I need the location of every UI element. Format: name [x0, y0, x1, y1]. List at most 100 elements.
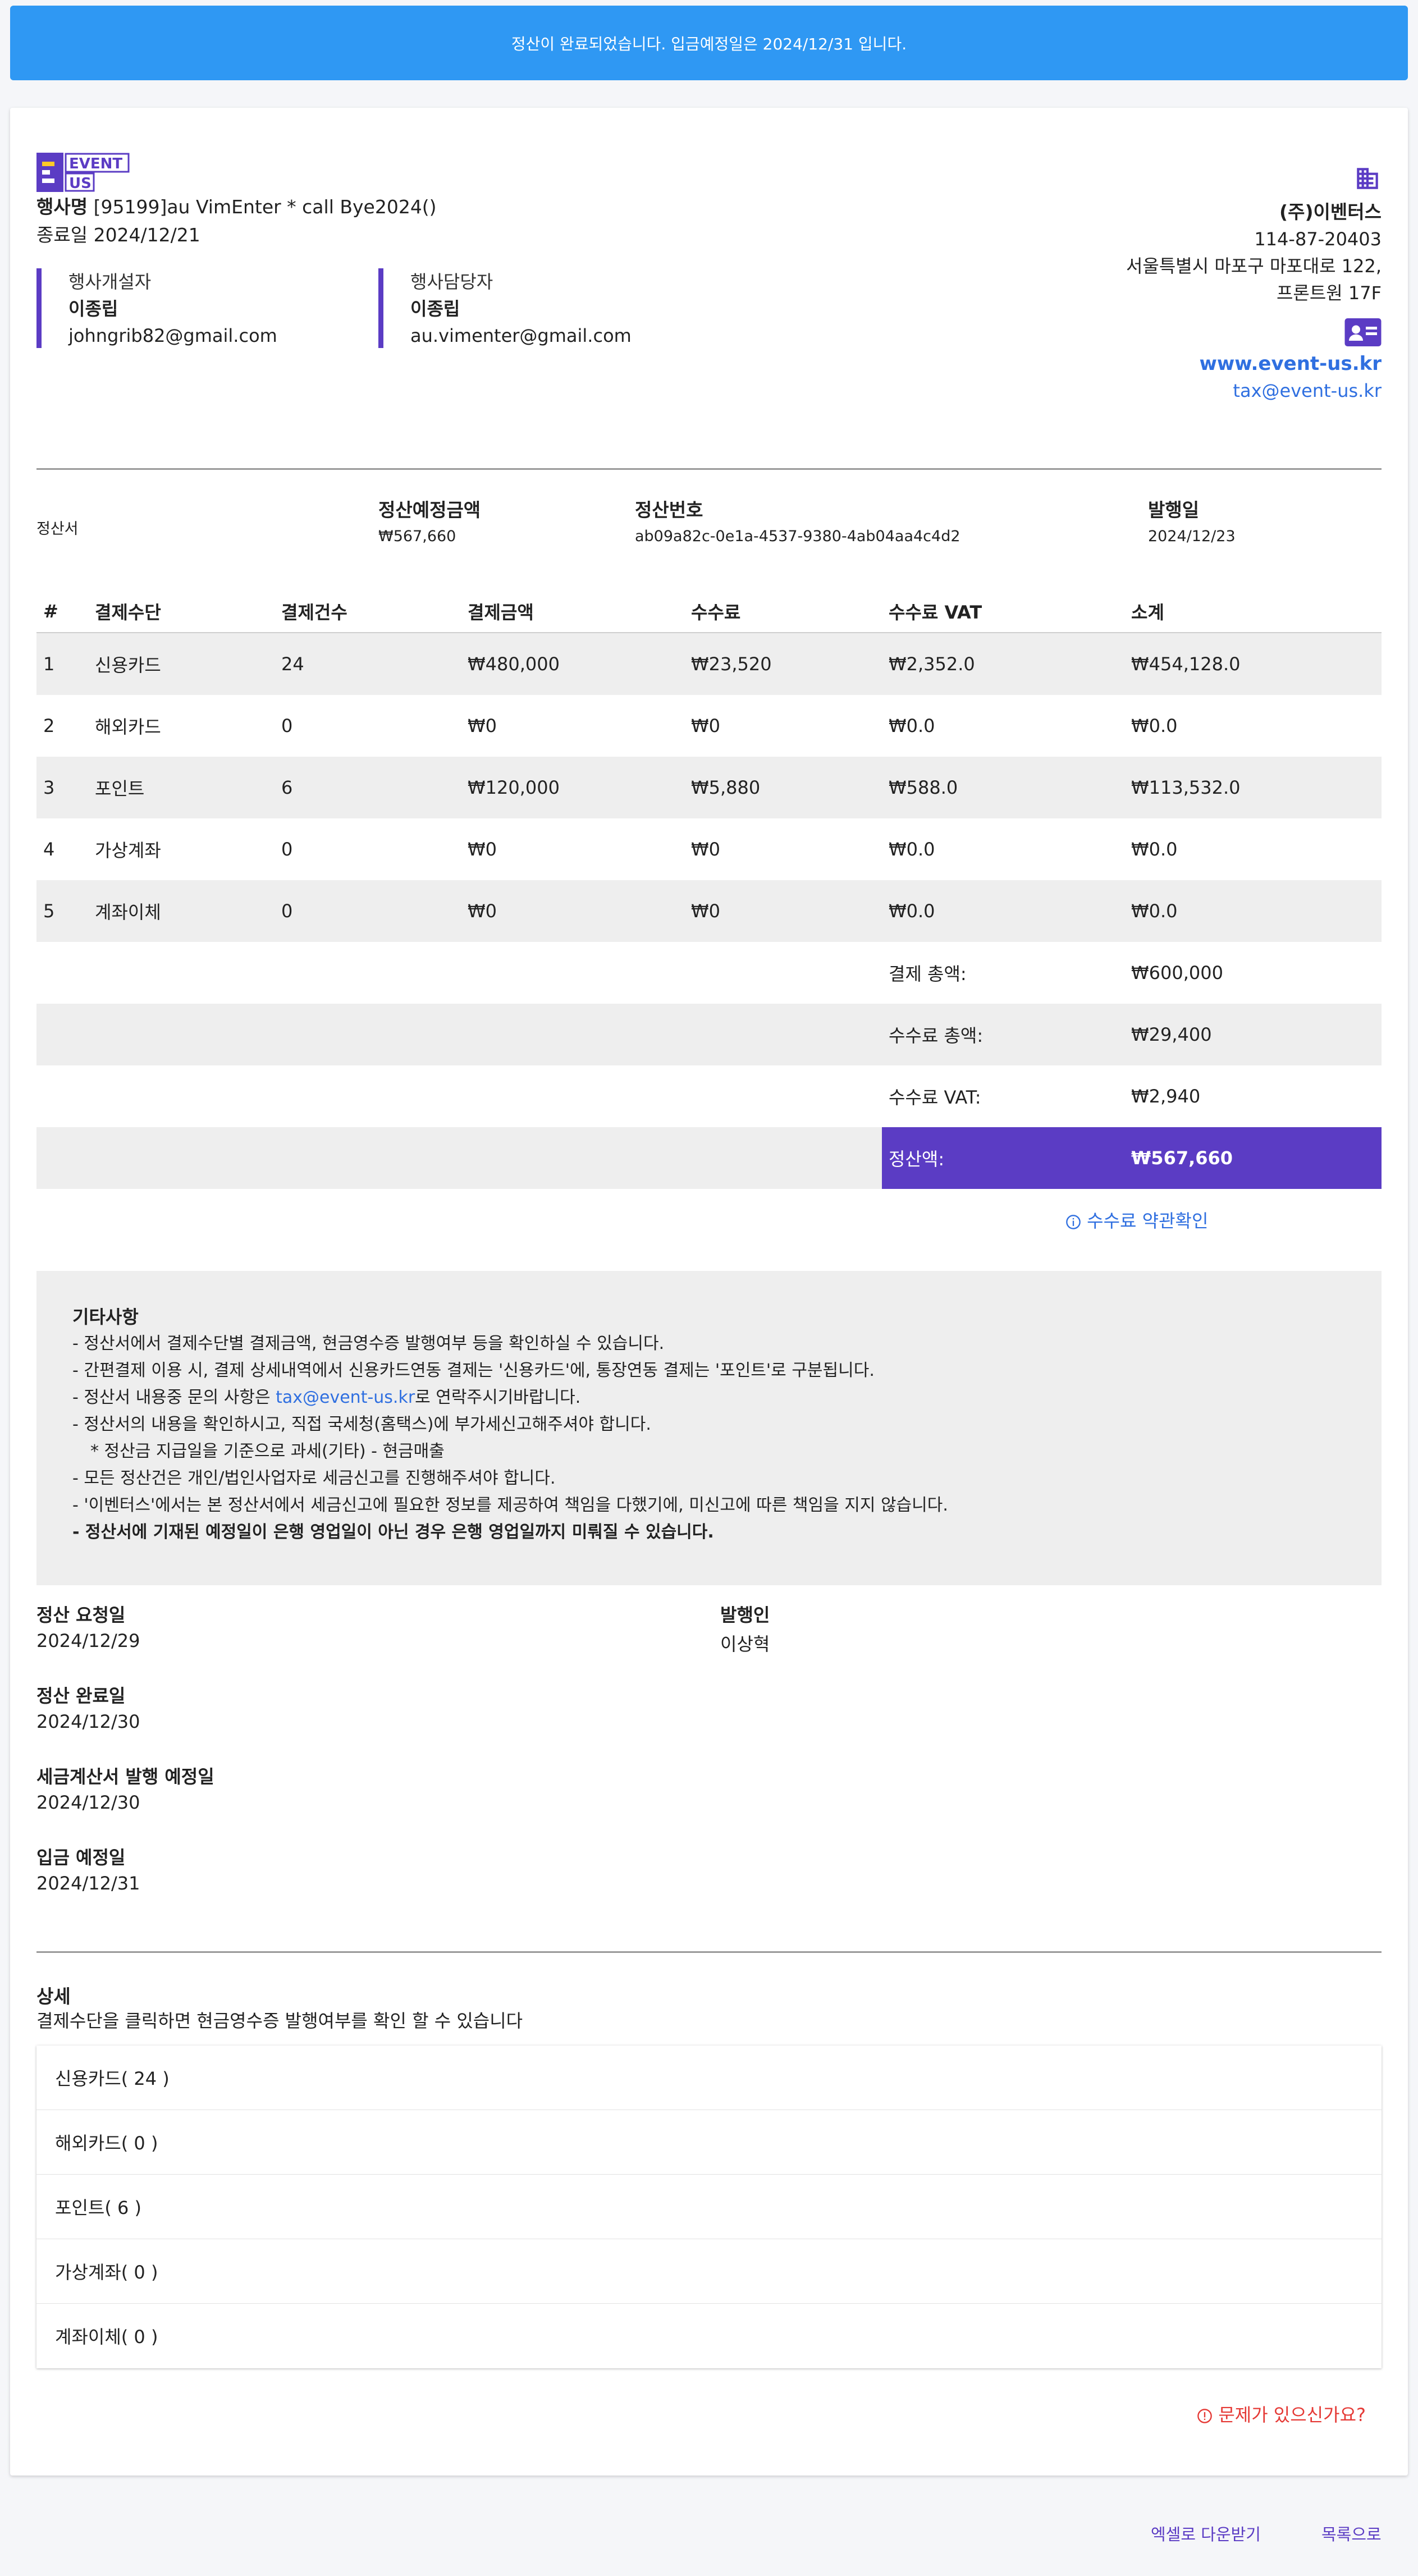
contact-name: 이종립: [68, 298, 118, 319]
notes-title: 기타사항: [72, 1306, 139, 1328]
settlement-total-value: ₩567,660: [1124, 1127, 1382, 1189]
table-row: 4 가상계좌 0 ₩0 ₩0 ₩0.0 ₩0.0: [36, 818, 1382, 880]
table-cell: ₩0.0: [1131, 715, 1178, 736]
info-circle-icon: [1066, 1215, 1081, 1229]
table-header: 결제수단: [88, 591, 275, 633]
back-to-list-button[interactable]: 목록으로: [1321, 2522, 1382, 2545]
total-row: 수수료 VAT: ₩2,940: [36, 1065, 1382, 1127]
divider: [36, 468, 1382, 470]
total-row: 수수료 총액: ₩29,400: [36, 1004, 1382, 1065]
table-cell: ₩0: [468, 715, 497, 736]
company-reg-no: 114-87-20403: [1254, 228, 1382, 250]
total-fee-vat-label: 수수료 VAT:: [889, 1087, 981, 1108]
table-cell: 5: [36, 880, 88, 942]
notes-text: - 정산서 내용중 문의 사항은: [72, 1388, 276, 1407]
settlement-number-value: ab09a82c-0e1a-4537-9380-4ab04aa4c4d2: [635, 528, 960, 545]
contact-name: 이종립: [410, 298, 460, 319]
tax-invoice-date-label: 세금계산서 발행 예정일: [36, 1766, 214, 1787]
table-header-row: # 결제수단 결제건수 결제금액 수수료 수수료 VAT 소계: [36, 591, 1382, 633]
fee-terms-label: 수수료 약관확인: [1087, 1210, 1209, 1232]
settlement-table: # 결제수단 결제건수 결제금액 수수료 수수료 VAT 소계 1 신용카드 2…: [36, 591, 1382, 1189]
table-cell: ₩588.0: [882, 757, 1124, 818]
company-website-link[interactable]: www.event-us.kr: [1126, 350, 1382, 377]
accordion-item-overseas-card[interactable]: 해외카드( 0 ): [36, 2110, 1382, 2175]
issue-date: 발행일 2024/12/23: [1148, 495, 1236, 545]
accordion-item-virtual-account[interactable]: 가상계좌( 0 ): [36, 2239, 1382, 2304]
contact-card-icon: [1344, 318, 1382, 346]
document-type: 정산서: [36, 520, 79, 538]
total-fee-label: 수수료 총액:: [882, 1004, 1124, 1065]
table-row: 5 계좌이체 0 ₩0 ₩0 ₩0.0 ₩0.0: [36, 880, 1382, 942]
company-info: (주)이벤터스 114-87-20403 서울특별시 마포구 마포대로 122,…: [1126, 164, 1382, 404]
table-cell: ₩23,520: [684, 633, 882, 695]
table-cell: ₩0.0: [889, 839, 935, 860]
total-row: 결제 총액: ₩600,000: [36, 942, 1382, 1004]
accordion-item-credit-card[interactable]: 신용카드( 24 ): [36, 2046, 1382, 2110]
company-email-link[interactable]: tax@event-us.kr: [1126, 377, 1382, 404]
contact-organizer: 행사개설자 이종립 johngrib82@gmail.com: [36, 268, 360, 348]
table-cell: ₩113,532.0: [1124, 757, 1382, 818]
request-date-label: 정산 요청일: [36, 1604, 126, 1626]
expected-amount-value: ₩567,660: [378, 528, 456, 545]
table-cell: 4: [43, 839, 55, 860]
notes-line: - 간편결제 이용 시, 결제 상세내역에서 신용카드연동 결제는 '신용카드'…: [72, 1361, 875, 1380]
accordion-item-label: 신용카드( 24 ): [55, 2068, 170, 2089]
table-row: 1 신용카드 24 ₩480,000 ₩23,520 ₩2,352.0 ₩454…: [36, 633, 1382, 695]
fee-terms-link[interactable]: 수수료 약관확인: [1065, 1207, 1208, 1233]
contact-manager: 행사담당자 이종립 au.vimenter@gmail.com: [378, 268, 702, 348]
table-header: 수수료: [684, 591, 882, 633]
excel-download-button[interactable]: 엑셀로 다운받기: [1151, 2522, 1261, 2545]
logo-text-event: EVENT: [69, 155, 122, 172]
table-header: 수수료 VAT: [882, 591, 1124, 633]
company-name: (주)이벤터스: [1279, 201, 1382, 223]
table-cell: ₩120,000: [461, 757, 684, 818]
settlement-number-label: 정산번호: [635, 499, 703, 521]
request-date: 정산 요청일 2024/12/29: [36, 1601, 140, 1651]
issue-date-value: 2024/12/23: [1148, 528, 1236, 545]
warning-circle-icon: [1197, 2409, 1212, 2423]
table-cell: 3: [36, 757, 88, 818]
table-cell: ₩0.0: [889, 715, 935, 736]
notes-line: - 정산서에서 결제수단별 결제금액, 현금영수증 발행여부 등을 확인하실 수…: [72, 1334, 665, 1353]
company-address-2: 프론트원 17F: [1276, 282, 1382, 304]
table-cell: 0: [281, 839, 293, 860]
notes-email-link[interactable]: tax@event-us.kr: [276, 1388, 415, 1407]
notes-line: - 모든 정산건은 개인/법인사업자로 세금신고를 진행해주셔야 합니다.: [72, 1468, 556, 1488]
table-header: 소계: [1124, 591, 1382, 633]
settlement-number: 정산번호 ab09a82c-0e1a-4537-9380-4ab04aa4c4d…: [635, 495, 960, 545]
table-cell: ₩0.0: [882, 880, 1124, 942]
table-cell: 가상계좌: [95, 840, 161, 861]
table-cell: ₩454,128.0: [1124, 633, 1382, 695]
table-cell: 0: [275, 880, 461, 942]
accordion-item-bank-transfer[interactable]: 계좌이체( 0 ): [36, 2304, 1382, 2368]
accordion-item-label: 가상계좌( 0 ): [55, 2262, 158, 2283]
table-row: 3 포인트 6 ₩120,000 ₩5,880 ₩588.0 ₩113,532.…: [36, 757, 1382, 818]
table-cell: ₩0: [684, 880, 882, 942]
expected-amount: 정산예정금액 ₩567,660: [378, 495, 481, 545]
table-cell: 포인트: [88, 757, 275, 818]
accordion-item-label: 해외카드( 0 ): [55, 2133, 158, 2154]
divider: [36, 1951, 1382, 1953]
total-row: 정산액: ₩567,660: [36, 1127, 1382, 1189]
issuer-label: 발행인: [720, 1604, 770, 1626]
event-name-value: [95199]au VimEnter * call Bye2024(): [93, 196, 437, 218]
report-problem-link[interactable]: 문제가 있으신가요?: [1197, 2401, 1366, 2427]
notes-line: - 정산서의 내용을 확인하시고, 직접 국세청(홈택스)에 부가세신고해주셔야…: [72, 1415, 651, 1434]
table-cell: ₩2,352.0: [882, 633, 1124, 695]
table-header: 결제건수: [275, 591, 461, 633]
tax-invoice-date-value: 2024/12/30: [36, 1792, 140, 1813]
notes-box: 기타사항 - 정산서에서 결제수단별 결제금액, 현금영수증 발행여부 등을 확…: [36, 1271, 1382, 1585]
accordion-item-point[interactable]: 포인트( 6 ): [36, 2175, 1382, 2239]
total-payment-value: ₩600,000: [1131, 962, 1223, 983]
issue-date-label: 발행일: [1148, 499, 1200, 521]
issuer: 발행인 이상혁: [720, 1601, 770, 1656]
table-cell: ₩5,880: [684, 757, 882, 818]
payment-method-accordion: 신용카드( 24 ) 해외카드( 0 ) 포인트( 6 ) 가상계좌( 0 ) …: [36, 2046, 1382, 2368]
logo-text-us: US: [69, 175, 92, 192]
event-name-label: 행사명: [36, 196, 88, 218]
table-header: 결제금액: [461, 591, 684, 633]
settlement-total-label: 정산액:: [882, 1127, 1124, 1189]
complete-date: 정산 완료일 2024/12/30: [36, 1682, 140, 1732]
total-payment-label: 결제 총액:: [889, 963, 967, 985]
complete-date-label: 정산 완료일: [36, 1685, 126, 1706]
